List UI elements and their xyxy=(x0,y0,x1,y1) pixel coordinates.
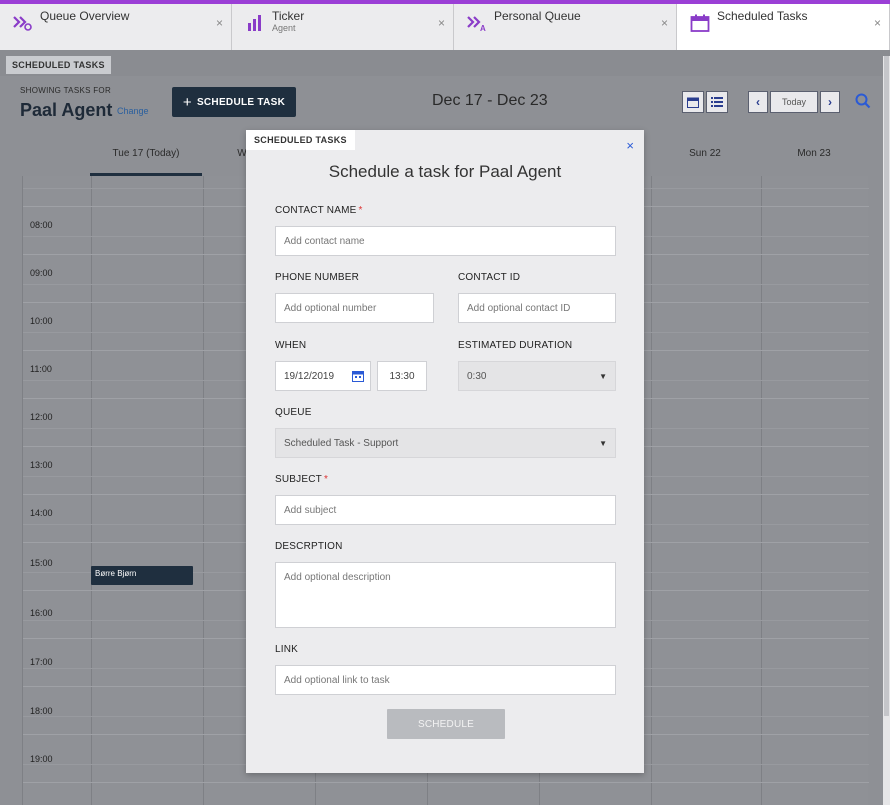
chevron-right-icon[interactable]: › xyxy=(820,91,840,113)
when-label: WHEN xyxy=(275,340,307,351)
day-header[interactable]: Mon 23 xyxy=(760,148,868,176)
time-label: 10:00 xyxy=(30,316,53,326)
calendar-icon xyxy=(687,97,699,108)
list-icon xyxy=(711,97,723,107)
estimated-duration-select[interactable]: 0:30 ▼ xyxy=(458,361,616,391)
grid-line xyxy=(651,176,652,805)
tab-ticker[interactable]: Ticker Agent × xyxy=(232,4,454,50)
grid-line xyxy=(203,176,204,805)
contact-id-input[interactable]: Add optional contact ID xyxy=(458,293,616,323)
contact-name-input[interactable]: Add contact name xyxy=(275,226,616,256)
date-value: 19/12/2019 xyxy=(284,370,335,382)
calendar-event[interactable]: Børre Bjørn xyxy=(91,566,193,585)
today-button[interactable]: Today xyxy=(770,91,818,113)
change-agent-link[interactable]: Change xyxy=(117,106,149,116)
queue-label: QUEUE xyxy=(275,407,312,418)
tab-label: Personal Queue xyxy=(494,9,581,23)
tab-label: Ticker xyxy=(272,9,305,23)
date-navigation: ‹ Today › xyxy=(748,91,840,113)
tab-label: Queue Overview xyxy=(40,9,130,23)
description-textarea[interactable]: Add optional description xyxy=(275,562,616,628)
time-label: 11:00 xyxy=(30,364,52,374)
calendar-icon[interactable] xyxy=(352,370,364,385)
description-label: DESCRPTION xyxy=(275,541,343,552)
close-icon[interactable]: × xyxy=(438,16,445,30)
phone-number-label: PHONE NUMBER xyxy=(275,272,360,283)
day-label: Sun 22 xyxy=(689,148,721,159)
chevron-left-icon[interactable]: ‹ xyxy=(748,91,768,113)
dialog-title: Schedule a task for Paal Agent xyxy=(328,162,562,181)
queue-icon xyxy=(12,12,34,34)
agent-name: Paal Agent xyxy=(20,100,113,120)
caret-down-icon: ▼ xyxy=(599,439,607,448)
scrollbar[interactable] xyxy=(883,56,890,805)
calendar-view-button[interactable] xyxy=(682,91,704,113)
list-view-button[interactable] xyxy=(706,91,728,113)
subject-label: SUBJECT * xyxy=(275,474,329,485)
view-toggle xyxy=(682,91,728,113)
contact-id-label: CONTACT ID xyxy=(458,272,521,283)
close-icon[interactable]: × xyxy=(626,138,634,153)
personal-queue-icon: A xyxy=(466,12,488,34)
calendar-icon xyxy=(689,12,711,34)
required-marker: * xyxy=(323,474,329,485)
estimated-duration-label: ESTIMATED DURATION xyxy=(458,340,573,351)
contact-name-label: CONTACT NAME * xyxy=(275,205,363,216)
time-label: 13:00 xyxy=(30,460,53,470)
grid-line xyxy=(91,176,92,805)
dialog-tag: SCHEDULED TASKS xyxy=(246,130,355,150)
section-title: SCHEDULED TASKS xyxy=(6,56,111,74)
time-label: 09:00 xyxy=(30,268,53,278)
close-icon[interactable]: × xyxy=(216,16,223,30)
tab-bar: Queue Overview × Ticker Agent × A Person… xyxy=(0,0,890,50)
time-input[interactable]: 13:30 xyxy=(377,361,427,391)
time-label: 18:00 xyxy=(30,706,53,716)
time-label: 16:00 xyxy=(30,608,53,618)
bar-chart-icon xyxy=(244,12,266,34)
schedule-task-button[interactable]: + SCHEDULE TASK xyxy=(172,87,296,117)
link-input[interactable]: Add optional link to task xyxy=(275,665,616,695)
search-icon[interactable] xyxy=(855,93,871,109)
required-marker: * xyxy=(358,205,363,216)
queue-value: Scheduled Task - Support xyxy=(284,437,399,449)
tab-personal-queue[interactable]: A Personal Queue × xyxy=(454,4,677,50)
schedule-task-label: SCHEDULE TASK xyxy=(196,96,286,108)
tab-sublabel: Agent xyxy=(272,23,296,33)
svg-text:A: A xyxy=(480,24,486,32)
schedule-button[interactable]: SCHEDULE xyxy=(387,709,505,739)
grid-line xyxy=(761,176,762,805)
phone-number-input[interactable]: Add optional number xyxy=(275,293,434,323)
time-label: 15:00 xyxy=(30,558,53,568)
caret-down-icon: ▼ xyxy=(599,372,607,381)
tab-queue-overview[interactable]: Queue Overview × xyxy=(0,4,232,50)
date-range: Dec 17 - Dec 23 xyxy=(432,92,548,109)
time-label: 14:00 xyxy=(30,508,53,518)
queue-select[interactable]: Scheduled Task - Support ▼ xyxy=(275,428,616,458)
time-label: 17:00 xyxy=(30,657,53,667)
time-label: 08:00 xyxy=(30,220,53,230)
date-input[interactable]: 19/12/2019 xyxy=(275,361,371,391)
plus-icon: + xyxy=(182,93,192,111)
close-icon[interactable]: × xyxy=(661,16,668,30)
day-label: Mon 23 xyxy=(797,148,831,159)
day-header-today[interactable]: Tue 17 (Today) xyxy=(90,148,202,176)
time-label: 19:00 xyxy=(30,754,53,764)
showing-label: SHOWING TASKS FOR xyxy=(20,86,112,95)
link-label: LINK xyxy=(275,644,299,655)
time-label: 12:00 xyxy=(30,412,53,422)
day-label: Tue 17 (Today) xyxy=(112,148,180,159)
tab-scheduled-tasks[interactable]: Scheduled Tasks × xyxy=(677,4,890,50)
section-header: SCHEDULED TASKS xyxy=(0,50,890,76)
schedule-task-dialog: SCHEDULED TASKS × Schedule a task for Pa… xyxy=(246,130,644,773)
close-icon[interactable]: × xyxy=(874,16,881,30)
scrollbar-thumb[interactable] xyxy=(884,56,889,716)
subject-input[interactable]: Add subject xyxy=(275,495,616,525)
tab-label: Scheduled Tasks xyxy=(717,9,808,23)
duration-value: 0:30 xyxy=(467,370,487,382)
day-header[interactable]: Sun 22 xyxy=(650,148,760,176)
